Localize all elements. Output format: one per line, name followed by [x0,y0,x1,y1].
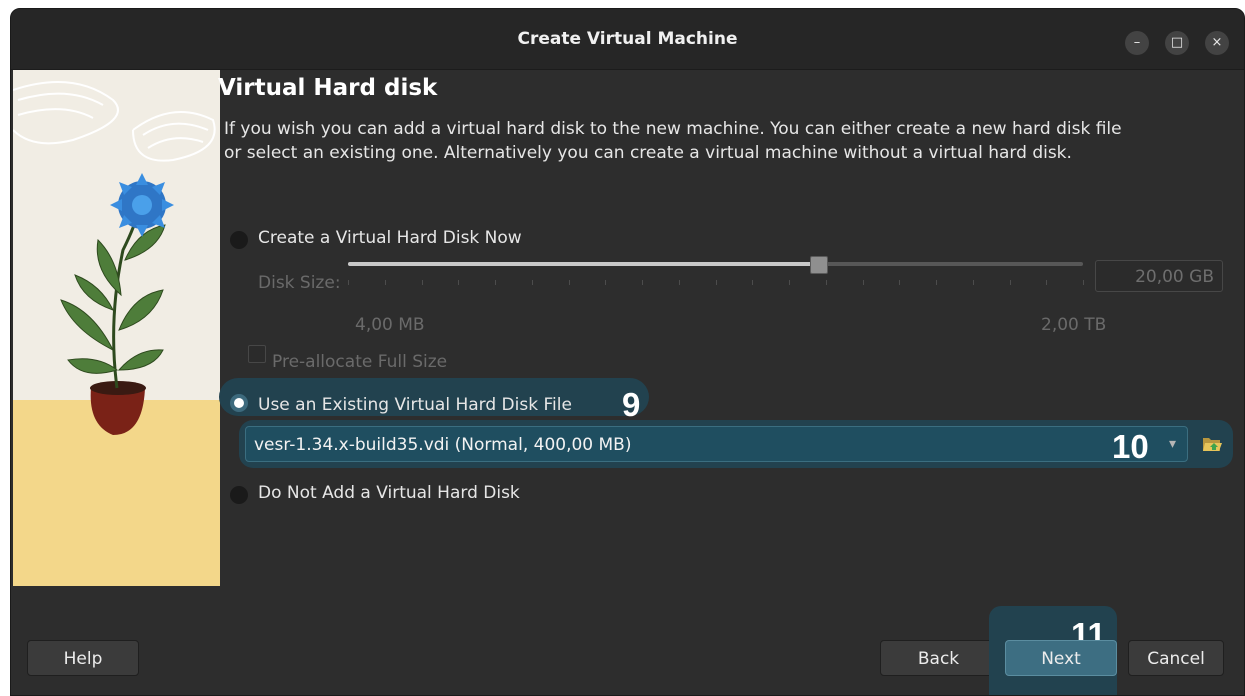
disk-size-slider-handle[interactable] [810,256,829,274]
title-bar[interactable]: Create Virtual Machine – □ × [11,9,1244,70]
help-button[interactable]: Help [27,640,139,676]
slider-tick [825,280,827,285]
preallocate-label[interactable]: Pre-allocate Full Size [272,352,447,372]
slider-tick [789,280,790,285]
disk-size-label: Disk Size: [258,273,341,293]
slider-tick [936,280,937,285]
disk-size-max-label: 2,00 TB [1041,315,1107,335]
page-title: Virtual Hard disk [218,75,438,101]
slider-tick [568,280,570,285]
slider-tick [642,280,643,285]
slider-tick [1083,280,1084,285]
slider-tick [348,280,349,285]
minimize-button[interactable]: – [1125,31,1149,55]
window-title: Create Virtual Machine [517,29,738,49]
step-9-badge: 9 [622,386,641,423]
close-button[interactable]: × [1205,31,1229,55]
disk-size-slider[interactable] [348,262,1083,266]
slider-tick [531,280,533,285]
disk-size-field[interactable]: 20,00 GB [1095,260,1223,292]
slider-tick [752,280,754,285]
folder-open-icon[interactable] [1201,433,1223,459]
slider-tick [899,280,901,285]
back-button[interactable]: Back [880,640,997,676]
slider-tick [384,280,386,285]
existing-disk-dropdown[interactable]: vesr-1.34.x-build35.vdi (Normal, 400,00 … [245,426,1188,462]
do-not-add-label[interactable]: Do Not Add a Virtual Hard Disk [258,483,520,503]
slider-tick [421,280,423,285]
next-button[interactable]: Next [1005,640,1117,676]
slider-tick [715,280,717,285]
create-now-label[interactable]: Create a Virtual Hard Disk Now [258,228,522,248]
wizard-illustration [13,70,220,586]
use-existing-radio[interactable] [230,394,248,412]
slider-tick [1046,280,1048,285]
slider-tick [1009,280,1011,285]
slider-tick [862,280,864,285]
page-description: If you wish you can add a virtual hard d… [224,119,1122,163]
preallocate-checkbox[interactable] [248,345,266,363]
disk-size-min-label: 4,00 MB [355,315,425,335]
slider-tick [495,280,496,285]
disk-size-slider-fill [348,262,819,266]
slider-tick [605,280,607,285]
slider-tick [972,280,974,285]
slider-tick [458,280,460,285]
maximize-button[interactable]: □ [1165,31,1189,55]
do-not-add-radio[interactable] [230,486,248,504]
create-now-radio[interactable] [230,231,248,249]
slider-tick [678,280,680,285]
use-existing-label[interactable]: Use an Existing Virtual Hard Disk File [258,395,572,415]
cancel-button[interactable]: Cancel [1128,640,1224,676]
plant-illustration [13,70,220,586]
step-10-badge: 10 [1112,428,1149,465]
chevron-down-icon[interactable]: ▾ [1169,436,1176,452]
